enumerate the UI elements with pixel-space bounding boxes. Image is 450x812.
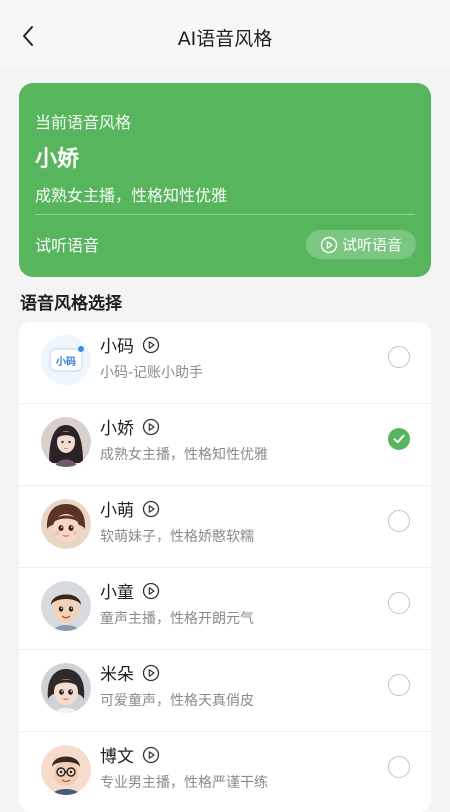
radio-unchecked[interactable] — [388, 756, 410, 778]
item-name-line: 小萌 — [100, 496, 160, 521]
item-desc: 可爱童声，性格天真俏皮 — [100, 693, 254, 709]
section-title: 语音风格选择 — [20, 294, 122, 314]
man-glasses-portrait-icon — [41, 745, 91, 795]
woman-portrait-icon — [41, 417, 91, 467]
voice-item-xiaoma[interactable]: 小码 小码 小码-记账小助手 — [19, 322, 431, 404]
item-name: 小码 — [100, 337, 134, 357]
item-name: 小童 — [100, 583, 134, 603]
item-name-line: 小童 — [100, 578, 160, 603]
top-bar: AI语音风格 — [0, 0, 450, 66]
voice-item-bowen[interactable]: 博文 专业男主播，性格严谨干练 — [19, 732, 431, 812]
radio-checked[interactable] — [388, 428, 410, 450]
item-desc: 成熟女主播，性格知性优雅 — [100, 447, 268, 463]
voice-item-xiaojiao[interactable]: 小娇 成熟女主播，性格知性优雅 — [19, 404, 431, 486]
item-name: 小萌 — [100, 501, 134, 521]
card-divider — [35, 214, 415, 215]
play-icon[interactable] — [142, 664, 160, 682]
item-name: 博文 — [100, 747, 134, 767]
radio-unchecked[interactable] — [388, 346, 410, 368]
item-name-line: 小码 — [100, 332, 160, 357]
play-circle-icon — [320, 236, 338, 253]
item-name-line: 博文 — [100, 742, 160, 767]
item-desc: 软萌妹子，性格娇憨软糯 — [100, 529, 254, 545]
play-icon[interactable] — [142, 582, 160, 600]
radio-unchecked[interactable] — [388, 510, 410, 532]
item-desc: 小码-记账小助手 — [100, 365, 204, 381]
play-icon[interactable] — [142, 418, 160, 436]
preview-voice-button[interactable]: 试听语音 — [306, 230, 416, 259]
current-voice-card: 当前语音风格 小娇 成熟女主播，性格知性优雅 试听语音 试听语音 — [19, 83, 431, 277]
play-icon[interactable] — [142, 336, 160, 354]
item-name-line: 米朵 — [100, 660, 160, 685]
preview-button-label: 试听语音 — [341, 236, 402, 254]
item-name-line: 小娇 — [100, 414, 160, 439]
radio-unchecked[interactable] — [388, 592, 410, 614]
item-name: 米朵 — [100, 665, 134, 685]
page-title: AI语音风格 — [177, 28, 273, 50]
voice-style-list: 小码 小码 小码-记账小助手 小娇 成熟女主播，性格知性优雅 小萌 软萌妹子，性… — [19, 322, 431, 812]
xiaoma-logo-text: 小码 — [55, 355, 76, 368]
play-icon[interactable] — [142, 500, 160, 518]
xiaoma-logo-icon: 小码 — [41, 335, 91, 385]
preview-label: 试听语音 — [35, 236, 100, 255]
item-desc: 童声主播，性格开朗元气 — [100, 611, 254, 627]
child-portrait-icon — [41, 663, 91, 713]
radio-unchecked[interactable] — [388, 674, 410, 696]
item-desc: 专业男主播，性格严谨干练 — [100, 775, 268, 791]
voice-item-miduo[interactable]: 米朵 可爱童声，性格天真俏皮 — [19, 650, 431, 732]
girl-portrait-icon — [41, 499, 91, 549]
current-voice-desc: 成熟女主播，性格知性优雅 — [35, 186, 228, 205]
voice-item-xiaomeng[interactable]: 小萌 软萌妹子，性格娇憨软糯 — [19, 486, 431, 568]
check-icon — [393, 434, 405, 444]
play-icon[interactable] — [142, 746, 160, 764]
boy-portrait-icon — [41, 581, 91, 631]
voice-item-xiaotong[interactable]: 小童 童声主播，性格开朗元气 — [19, 568, 431, 650]
current-voice-name: 小娇 — [35, 147, 80, 172]
item-name: 小娇 — [100, 419, 134, 439]
current-voice-label: 当前语音风格 — [35, 113, 132, 132]
